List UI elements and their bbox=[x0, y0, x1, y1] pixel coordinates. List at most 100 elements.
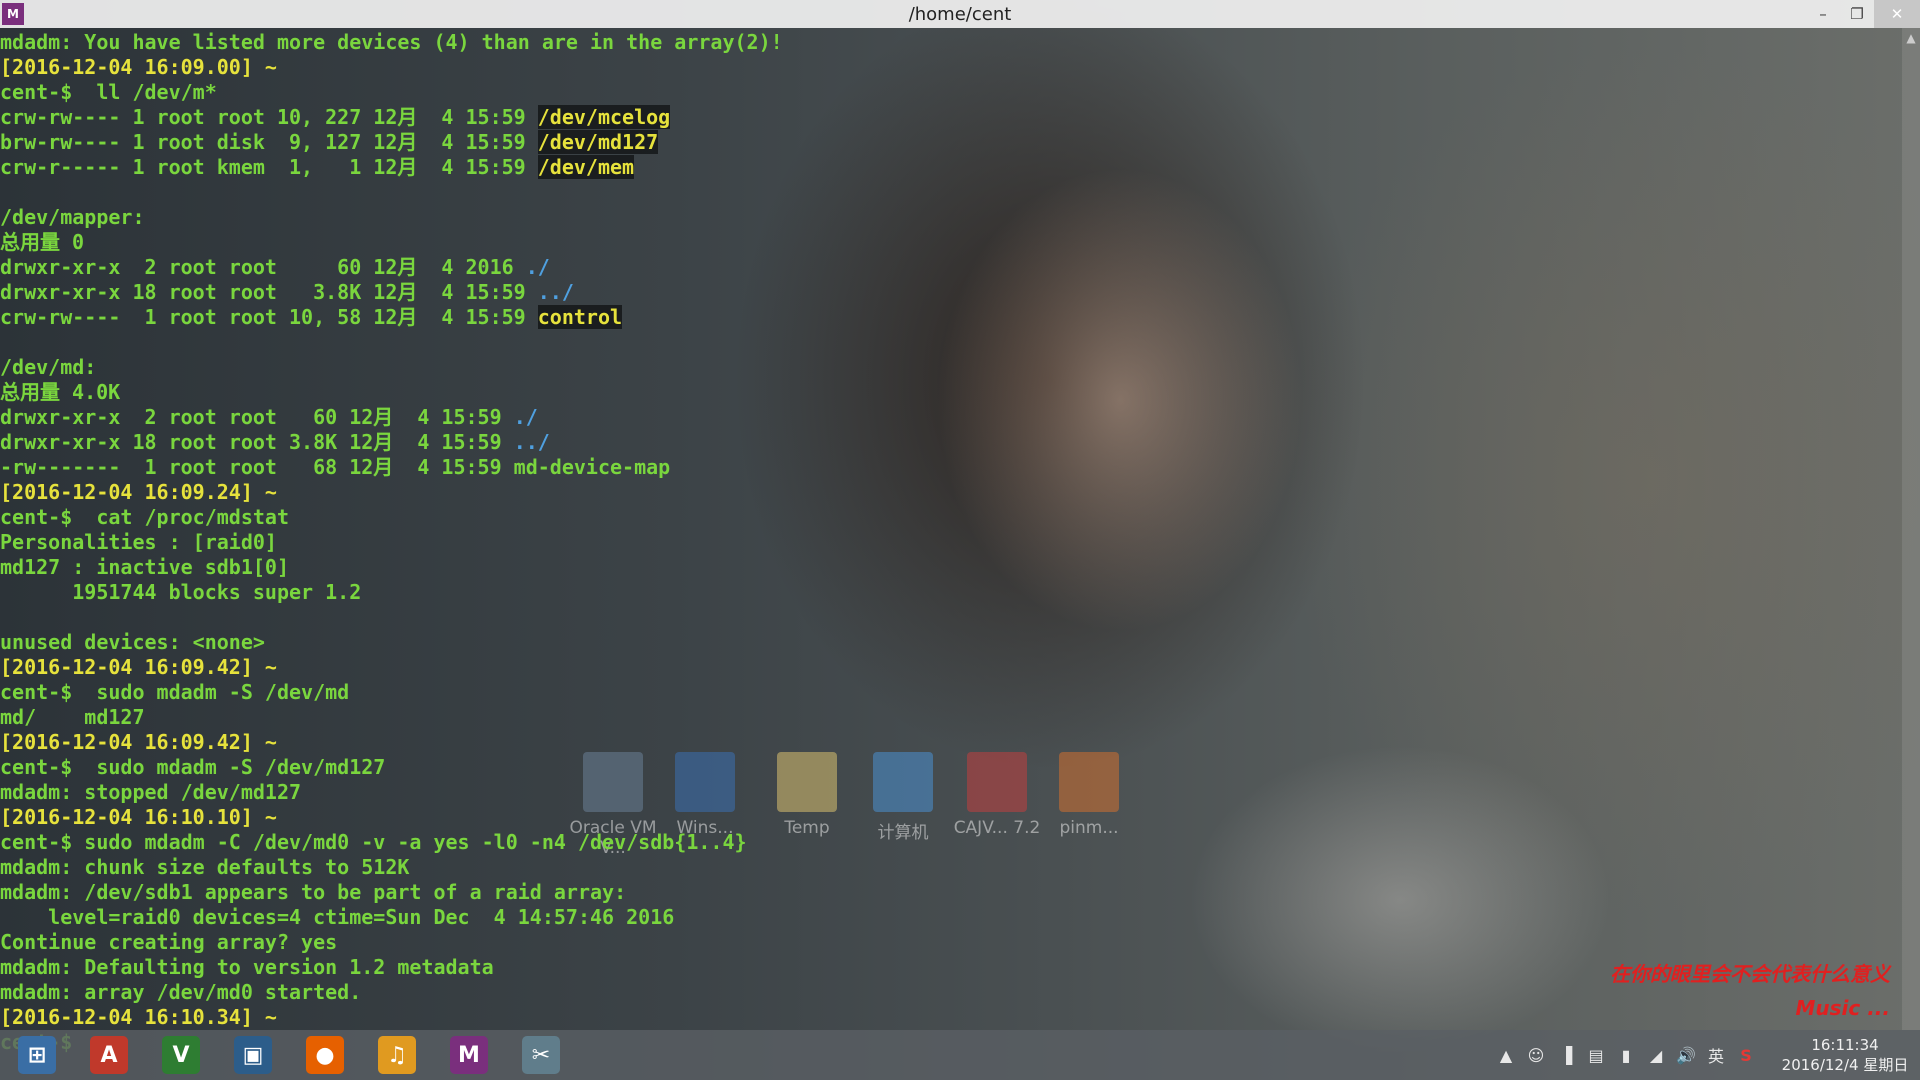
terminal-line: crw-rw---- 1 root root 10, 58 12月 4 15:5… bbox=[0, 305, 1900, 330]
terminal-line: [2016-12-04 16:09.24] ~ bbox=[0, 480, 1900, 505]
lyrics-line-1: 在你的眼里会不会代表什么意义 bbox=[1610, 962, 1890, 986]
terminal-line: [2016-12-04 16:10.34] ~ bbox=[0, 1005, 1900, 1030]
terminal-text: crw-rw---- 1 root root 10, 58 12月 4 15:5… bbox=[0, 305, 538, 329]
terminal-text: control bbox=[537, 305, 623, 329]
terminal-output[interactable]: mdadm: You have listed more devices (4) … bbox=[0, 30, 1900, 1054]
terminal-text: drwxr-xr-x 18 root root 3.8K 12月 4 15:59 bbox=[0, 430, 514, 454]
qq-icon[interactable]: ☺ bbox=[1522, 1041, 1550, 1069]
terminal-text: /dev/mcelog bbox=[537, 105, 671, 129]
terminal-text: [2016-12-04 16:09.42] ~ bbox=[0, 730, 277, 754]
terminal-text: level=raid0 devices=4 ctime=Sun Dec 4 14… bbox=[0, 905, 675, 929]
terminal-text: ./ bbox=[525, 255, 550, 279]
terminal-line: unused devices: <none> bbox=[0, 630, 1900, 655]
terminal-line: cent-$ sudo mdadm -S /dev/md127 bbox=[0, 755, 1900, 780]
terminal-text: mdadm: array /dev/md0 started. bbox=[0, 980, 362, 1004]
terminal-line: Continue creating array? yes bbox=[0, 930, 1900, 955]
terminal-text: unused devices: <none> bbox=[0, 630, 265, 654]
terminal-text: /dev/md: bbox=[0, 355, 97, 379]
terminal-text: mdadm: /dev/sdb1 appears to be part of a… bbox=[0, 880, 627, 904]
wifi-icon[interactable]: ◢ bbox=[1642, 1041, 1670, 1069]
terminal-line: /dev/md: bbox=[0, 355, 1900, 380]
terminal-text: drwxr-xr-x 18 root root 3.8K 12月 4 15:59 bbox=[0, 280, 538, 304]
terminal-text: cent-$ sudo mdadm -S /dev/md bbox=[0, 680, 350, 704]
message-icon[interactable]: ▤ bbox=[1582, 1041, 1610, 1069]
terminal-text: md127 : inactive sdb1[0] bbox=[0, 555, 289, 579]
terminal-line: [2016-12-04 16:09.42] ~ bbox=[0, 730, 1900, 755]
terminal-text: [2016-12-04 16:09.42] ~ bbox=[0, 655, 277, 679]
ime-indicator[interactable]: 英 bbox=[1702, 1041, 1730, 1069]
taskbar-firefox[interactable]: ● bbox=[292, 1031, 358, 1079]
network-signal-icon[interactable]: ▐ bbox=[1552, 1041, 1580, 1069]
terminal-line: Personalities : [raid0] bbox=[0, 530, 1900, 555]
terminal-text: ../ bbox=[513, 430, 550, 454]
sogou-input-icon[interactable]: S bbox=[1732, 1041, 1760, 1069]
music-player-icon: ♫ bbox=[378, 1036, 416, 1074]
terminal-line: cent-$ sudo mdadm -C /dev/md0 -v -a yes … bbox=[0, 830, 1900, 855]
taskbar-mobaxterm[interactable]: M bbox=[436, 1031, 502, 1079]
terminal-text: ./ bbox=[513, 405, 538, 429]
terminal-line: brw-rw---- 1 root disk 9, 127 12月 4 15:5… bbox=[0, 130, 1900, 155]
gvim-icon: V bbox=[162, 1036, 200, 1074]
terminal-text: /dev/mapper: bbox=[0, 205, 145, 229]
terminal-text: Continue creating array? yes bbox=[0, 930, 338, 954]
show-hidden-icons-icon[interactable]: ▲ bbox=[1492, 1041, 1520, 1069]
taskbar-snipping-tool[interactable]: ✂ bbox=[508, 1031, 574, 1079]
taskbar: ⊞ A V ▣ ● ♫ M ✂ ▲ ☺ ▐ ▤ ▮ ◢ 🔊 英 S 16:11:34 2016/12/4 … bbox=[0, 1030, 1920, 1080]
terminal-line: 总用量 4.0K bbox=[0, 380, 1900, 405]
terminal-text: 总用量 0 bbox=[0, 230, 85, 254]
terminal-text: ../ bbox=[537, 280, 574, 304]
mobaxterm-icon: M bbox=[450, 1036, 488, 1074]
mobaxterm-app-icon[interactable]: M bbox=[2, 3, 24, 25]
maximize-button[interactable]: ❐ bbox=[1840, 0, 1874, 28]
terminal-text: drwxr-xr-x 2 root root 60 12月 4 2016 bbox=[0, 255, 526, 279]
terminal-text: [2016-12-04 16:09.24] ~ bbox=[0, 480, 277, 504]
terminal-line: cent-$ ll /dev/m* bbox=[0, 80, 1900, 105]
acrobat-reader-icon: A bbox=[90, 1036, 128, 1074]
window-titlebar[interactable]: M /home/cent – ❐ ✕ bbox=[0, 0, 1920, 28]
terminal-text: mdadm: stopped /dev/md127 bbox=[0, 780, 302, 804]
terminal-text: md/ md127 bbox=[0, 705, 145, 729]
virtualbox-icon: ▣ bbox=[234, 1036, 272, 1074]
clock-date: 2016/12/4 星期日 bbox=[1781, 1056, 1909, 1074]
terminal-line: md/ md127 bbox=[0, 705, 1900, 730]
taskbar-gvim[interactable]: V bbox=[148, 1031, 214, 1079]
terminal-line: mdadm: stopped /dev/md127 bbox=[0, 780, 1900, 805]
terminal-text: mdadm: chunk size defaults to 512K bbox=[0, 855, 410, 879]
terminal-line: md127 : inactive sdb1[0] bbox=[0, 555, 1900, 580]
terminal-text: brw-rw---- 1 root disk 9, 127 12月 4 15:5… bbox=[0, 130, 538, 154]
terminal-line: level=raid0 devices=4 ctime=Sun Dec 4 14… bbox=[0, 905, 1900, 930]
terminal-text: mdadm: Defaulting to version 1.2 metadat… bbox=[0, 955, 494, 979]
window-title: /home/cent bbox=[908, 3, 1012, 25]
terminal-line: crw-rw---- 1 root root 10, 227 12月 4 15:… bbox=[0, 105, 1900, 130]
terminal-line: 总用量 0 bbox=[0, 230, 1900, 255]
minimize-button[interactable]: – bbox=[1806, 0, 1840, 28]
scroll-up-arrow-icon[interactable]: ▲ bbox=[1902, 28, 1920, 48]
terminal-scrollbar[interactable]: ▲ bbox=[1902, 28, 1920, 1030]
taskbar-music-player[interactable]: ♫ bbox=[364, 1031, 430, 1079]
terminal-text: cent-$ ll /dev/m* bbox=[0, 80, 217, 104]
terminal-line: drwxr-xr-x 18 root root 3.8K 12月 4 15:59… bbox=[0, 430, 1900, 455]
volume-icon[interactable]: 🔊 bbox=[1672, 1041, 1700, 1069]
taskbar-acrobat-reader[interactable]: A bbox=[76, 1031, 142, 1079]
terminal-line: [2016-12-04 16:10.10] ~ bbox=[0, 805, 1900, 830]
taskbar-start-button[interactable]: ⊞ bbox=[4, 1031, 70, 1079]
terminal-line: mdadm: /dev/sdb1 appears to be part of a… bbox=[0, 880, 1900, 905]
terminal-line: drwxr-xr-x 2 root root 60 12月 4 2016 ./ bbox=[0, 255, 1900, 280]
snipping-tool-icon: ✂ bbox=[522, 1036, 560, 1074]
battery-icon[interactable]: ▮ bbox=[1612, 1041, 1640, 1069]
terminal-line: 1951744 blocks super 1.2 bbox=[0, 580, 1900, 605]
close-button[interactable]: ✕ bbox=[1874, 0, 1920, 28]
taskbar-virtualbox[interactable]: ▣ bbox=[220, 1031, 286, 1079]
terminal-text: /dev/md127 bbox=[537, 130, 659, 154]
lyrics-line-2: Music ... bbox=[1795, 996, 1890, 1020]
terminal-text: crw-rw---- 1 root root 10, 227 12月 4 15:… bbox=[0, 105, 538, 129]
terminal-text: [2016-12-04 16:09.00] ~ bbox=[0, 55, 277, 79]
clock-time: 16:11:34 bbox=[1811, 1036, 1879, 1054]
terminal-line: [2016-12-04 16:09.42] ~ bbox=[0, 655, 1900, 680]
taskbar-clock[interactable]: 16:11:34 2016/12/4 星期日 bbox=[1770, 1035, 1920, 1075]
terminal-line: /dev/mapper: bbox=[0, 205, 1900, 230]
terminal-text: cent-$ sudo mdadm -S /dev/md127 bbox=[0, 755, 386, 779]
terminal-text: 总用量 4.0K bbox=[0, 380, 121, 404]
